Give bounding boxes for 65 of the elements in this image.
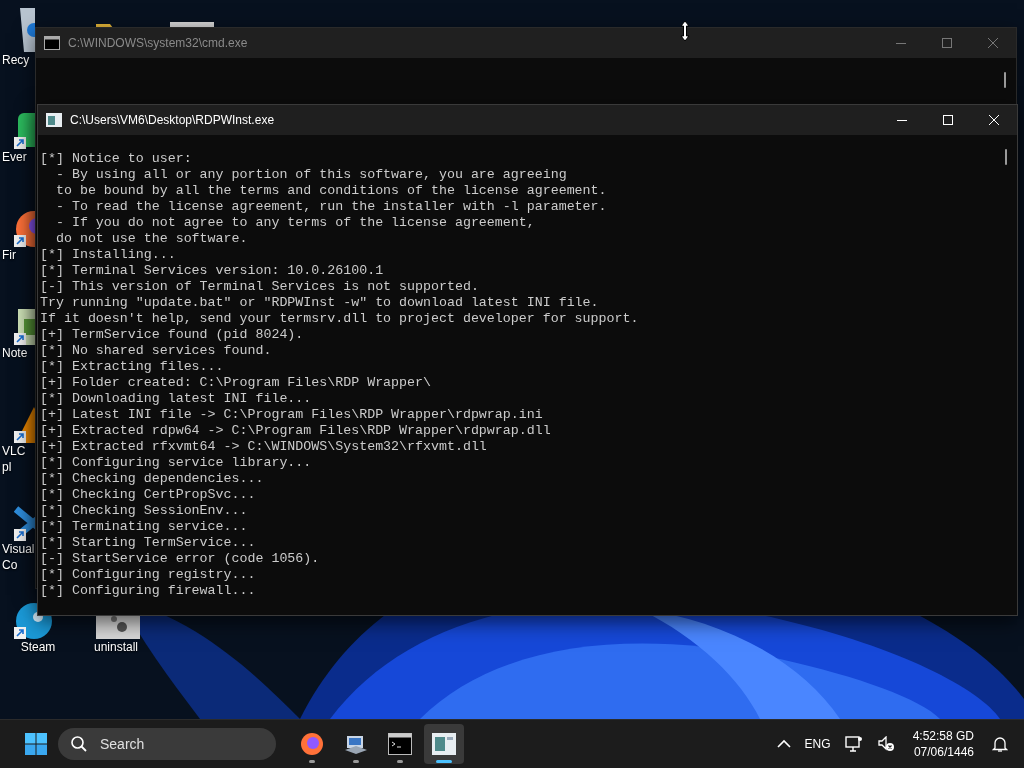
- console-line: [*] Terminating service...: [40, 519, 248, 535]
- scrollbar-thumb[interactable]: [1005, 149, 1007, 165]
- console-line: [*] Starting TermService...: [40, 535, 256, 551]
- icon-label: Steam: [20, 639, 56, 655]
- search-bar[interactable]: Search: [58, 728, 276, 760]
- icon-label: uninstall: [94, 639, 138, 655]
- window-title: C:\Users\VM6\Desktop\RDPWInst.exe: [70, 113, 276, 127]
- console-app-icon: [46, 113, 62, 127]
- icon-label: Fir: [1, 247, 16, 263]
- icon-label: pl: [1, 459, 12, 475]
- icon-label: VLC: [1, 443, 26, 459]
- console-line: [*] Checking CertPropSvc...: [40, 487, 256, 503]
- search-field[interactable]: Search: [98, 735, 252, 753]
- console-line: [*] Configuring registry...: [40, 567, 256, 583]
- scrollbar-thumb[interactable]: [1004, 72, 1006, 88]
- console-line: - To read the license agreement, run the installer with -l parameter.: [54, 199, 607, 215]
- close-icon: [989, 115, 999, 125]
- notepad-icon: [14, 309, 35, 345]
- clock[interactable]: 4:52:58 GD 07/06/1446: [904, 728, 982, 760]
- console-line: [*] Checking dependencies...: [40, 471, 264, 487]
- clock-time: 4:52:58 GD: [912, 728, 974, 744]
- icon-label: Visual: [1, 541, 35, 557]
- icon-label: Co: [1, 557, 18, 573]
- console-line: [*] Extracting files...: [40, 359, 224, 375]
- app-shortcut-icon: [14, 113, 35, 149]
- close-icon: [988, 38, 998, 48]
- windows-logo-icon: [24, 732, 48, 756]
- minimize-icon: [897, 119, 907, 121]
- console-line: to be bound by all the terms and conditions of the license agreement.: [54, 183, 607, 199]
- console-line: [+] Extracted rdpw64 -> C:\Program Files\RDP Wrapper\rdpwrap.dll: [40, 423, 551, 439]
- window-title: C:\WINDOWS\system32\cmd.exe: [68, 36, 249, 50]
- maximize-icon: [942, 38, 952, 48]
- firefox-icon: [300, 732, 324, 756]
- icon-label: Recy: [1, 52, 30, 68]
- minimize-icon: [896, 42, 906, 44]
- console-window-icon: [432, 733, 456, 755]
- clock-date: 07/06/1446: [913, 744, 974, 760]
- console-line: [+] TermService found (pid 8024).: [40, 327, 304, 343]
- console-line: - If you do not agree to any terms of the license agreement,: [54, 215, 535, 231]
- console-line: do not use the software.: [54, 231, 248, 247]
- console-line: [*] Downloading latest INI file...: [40, 391, 312, 407]
- console-line: Try running "update.bat" or "RDPWInst -w" to download latest INI file.: [40, 295, 599, 311]
- console-line: If it doesn't help, send your termsrv.dll to project developer for support.: [40, 311, 639, 327]
- language-indicator[interactable]: ENG: [800, 733, 835, 755]
- console-line: [-] This version of Terminal Services is not supported.: [40, 279, 479, 295]
- console-line: [+] Extracted rfxvmt64 -> C:\WINDOWS\System32\rfxvmt.dll: [40, 439, 487, 455]
- console-line: [*] Configuring firewall...: [40, 583, 256, 599]
- console-line: [*] Installing...: [40, 247, 176, 263]
- console-line: [*] Checking SessionEnv...: [40, 503, 248, 519]
- search-icon: [70, 735, 88, 753]
- console-line: [*] Notice to user:: [40, 151, 192, 167]
- console-line: [*] Configuring service library...: [40, 455, 312, 471]
- icon-label: Ever: [1, 149, 27, 165]
- console-line: [*] No shared services found.: [40, 343, 272, 359]
- console-line: - By using all or any portion of this software, you are agreeing: [54, 167, 567, 183]
- console-line: [+] Latest INI file -> C:\Program Files\RDP Wrapper\rdpwrap.ini: [40, 407, 543, 423]
- icon-label: Note: [1, 345, 28, 361]
- console-app-icon: [44, 36, 60, 50]
- taskbar-app-button[interactable]: [424, 724, 464, 764]
- terminal-icon: [388, 733, 412, 755]
- console-line: [*] Terminal Services version: 10.0.26100.1: [40, 263, 384, 279]
- maximize-icon: [943, 115, 953, 125]
- console-line: [-] StartService error (code 1056).: [40, 551, 320, 567]
- code-editor-icon: [14, 505, 35, 541]
- console-line: [+] Folder created: C:\Program Files\RDP Wrapper\: [40, 375, 431, 391]
